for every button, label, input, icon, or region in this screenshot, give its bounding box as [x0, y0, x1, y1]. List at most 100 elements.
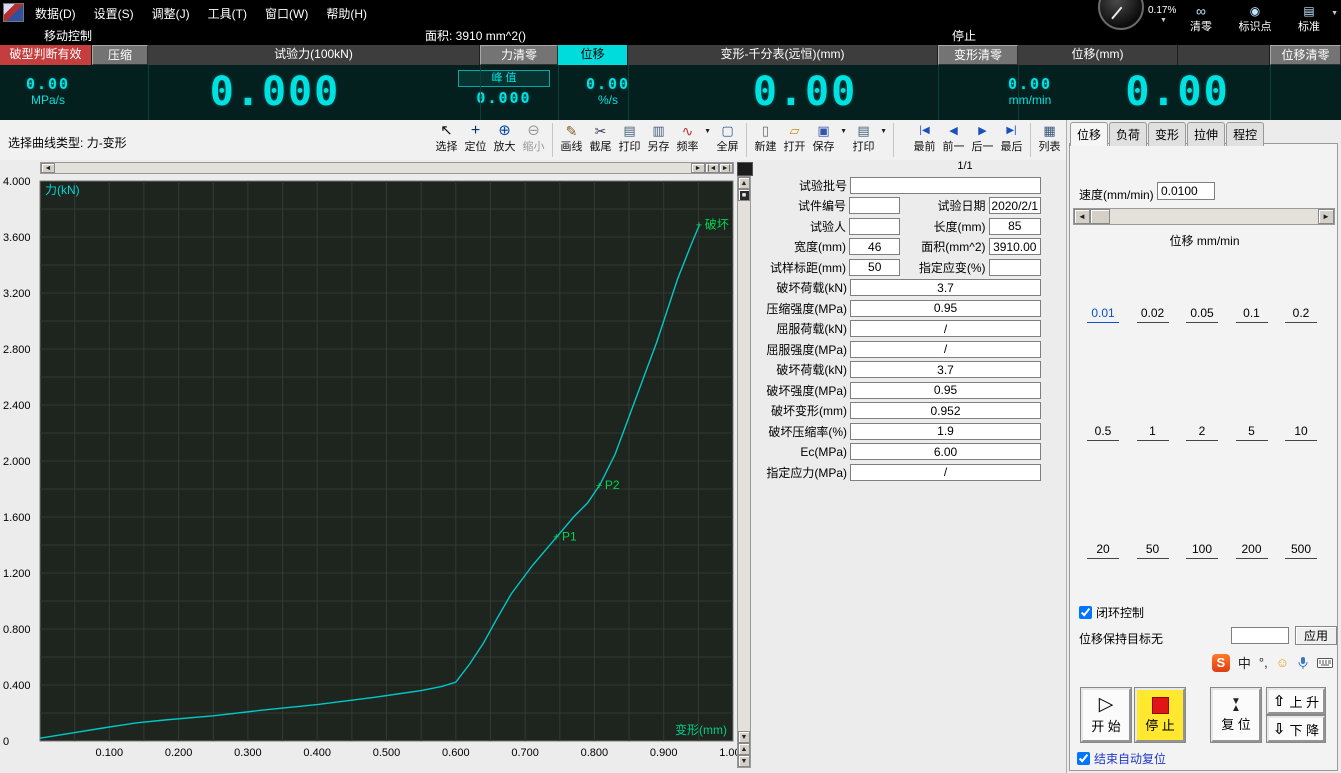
toolbar-button-pencil[interactable]: ✎画线: [557, 122, 586, 154]
speed-scroll-thumb[interactable]: [1090, 209, 1110, 224]
scroll-up-icon[interactable]: ▲: [738, 177, 750, 189]
speed-option-2[interactable]: 2: [1186, 424, 1218, 441]
control-tab-1[interactable]: 负荷: [1109, 122, 1147, 146]
toolbar-button-crosshair[interactable]: +定位: [461, 122, 490, 154]
speed-scroll-track[interactable]: [1110, 209, 1318, 224]
dropdown-icon[interactable]: ▼: [1331, 10, 1338, 17]
speed-input[interactable]: [1157, 182, 1215, 200]
form-input[interactable]: [989, 259, 1041, 276]
channel-cell[interactable]: 力清零: [480, 45, 558, 65]
quick-action-standard[interactable]: ▤标准▼: [1287, 1, 1331, 34]
toolbar-button-frequency[interactable]: ∿频率▼: [673, 122, 702, 154]
form-input[interactable]: 50: [849, 259, 900, 276]
scroll-last-icon[interactable]: ►|: [719, 163, 733, 173]
toolbar-button-zoom-in[interactable]: ⊕放大: [490, 122, 519, 154]
speed-scroll-right-icon[interactable]: ►: [1318, 209, 1334, 224]
form-input[interactable]: [850, 177, 1041, 194]
quick-action-marker-point[interactable]: ◉标识点: [1233, 1, 1277, 34]
control-tab-3[interactable]: 拉伸: [1187, 122, 1225, 146]
speed-option-0.05[interactable]: 0.05: [1186, 306, 1218, 323]
menu-item[interactable]: 设置(S): [85, 3, 143, 24]
speed-scroll-left-icon[interactable]: ◄: [1074, 209, 1090, 224]
control-tab-2[interactable]: 变形: [1148, 122, 1186, 146]
speed-option-5[interactable]: 5: [1236, 424, 1268, 441]
form-input[interactable]: 3910.00: [989, 238, 1041, 255]
scroll-right-icon[interactable]: ►: [691, 163, 705, 173]
chart-pan-down-icon[interactable]: ▼: [738, 755, 750, 767]
speed-option-200[interactable]: 200: [1236, 542, 1268, 559]
toolbar-button-save[interactable]: ▣保存▼: [809, 122, 838, 154]
channel-cell[interactable]: 压缩: [92, 45, 148, 65]
speed-option-50[interactable]: 50: [1137, 542, 1169, 559]
channel-cell[interactable]: 变形清零: [938, 45, 1018, 65]
quick-action-clear-zero[interactable]: ∞清零: [1179, 1, 1223, 34]
scroll-down-icon[interactable]: ▼: [738, 731, 750, 743]
hold-target-input[interactable]: [1231, 627, 1289, 644]
form-input[interactable]: [849, 197, 900, 214]
speed-option-100[interactable]: 100: [1186, 542, 1218, 559]
scroll-left-icon[interactable]: ◄: [41, 163, 55, 173]
form-input[interactable]: 2020/2/1: [989, 197, 1041, 214]
reset-button[interactable]: ▼▲ 复 位: [1211, 688, 1261, 742]
force-deformation-chart[interactable]: 00.4000.8001.2001.6002.0002.4002.8003.20…: [0, 173, 752, 773]
ime-mode-toggle[interactable]: 中: [1238, 653, 1251, 672]
toolbar-button-first[interactable]: |◀最前: [910, 122, 939, 154]
speed-option-20[interactable]: 20: [1087, 542, 1119, 559]
menu-item[interactable]: 数据(D): [26, 3, 85, 24]
chart-horizontal-scrollbar[interactable]: ◄ ► |◄ ►|: [40, 162, 734, 174]
speed-option-500[interactable]: 500: [1285, 542, 1317, 559]
menu-item[interactable]: 工具(T): [199, 3, 256, 24]
chart-corner-button[interactable]: [737, 162, 753, 176]
menu-item[interactable]: 窗口(W): [256, 3, 317, 24]
toolbar-button-cursor[interactable]: ↖选择: [432, 122, 461, 154]
dial-dropdown-icon[interactable]: ▼: [1160, 17, 1167, 24]
toolbar-button-print[interactable]: ▤打印▼: [849, 122, 878, 154]
speed-dial-knob[interactable]: [1098, 0, 1144, 30]
toolbar-button-scissors[interactable]: ✂截尾: [586, 122, 615, 154]
ime-emoji-icon[interactable]: ☺: [1276, 655, 1289, 670]
toolbar-button-list[interactable]: ▦列表: [1035, 122, 1064, 154]
speed-option-0.01[interactable]: 0.01: [1087, 306, 1119, 323]
speed-option-10[interactable]: 10: [1285, 424, 1317, 441]
toolbar-button-printer[interactable]: ▤打印: [615, 122, 644, 154]
speed-option-0.02[interactable]: 0.02: [1137, 306, 1169, 323]
speed-option-0.1[interactable]: 0.1: [1236, 306, 1268, 323]
scroll-thumb-dark[interactable]: ■: [738, 189, 750, 201]
up-button[interactable]: ⇧ 上 升: [1267, 688, 1325, 714]
form-input[interactable]: [849, 218, 900, 235]
control-tab-4[interactable]: 程控: [1226, 122, 1264, 146]
menu-item[interactable]: 调整(J): [143, 3, 199, 24]
scroll-track-vertical[interactable]: [738, 201, 750, 731]
scroll-first-icon[interactable]: |◄: [705, 163, 719, 173]
toolbar-button-next[interactable]: ▶后一: [968, 122, 997, 154]
speed-option-0.5[interactable]: 0.5: [1087, 424, 1119, 441]
chart-pan-up-icon[interactable]: ▲: [738, 743, 750, 755]
auto-reset-checkbox[interactable]: [1077, 752, 1090, 765]
toolbar-button-fullscreen[interactable]: ▢全屏: [713, 122, 742, 154]
speed-option-1[interactable]: 1: [1137, 424, 1169, 441]
toolbar-button-prev[interactable]: ◀前一: [939, 122, 968, 154]
ime-punctuation-icon[interactable]: °,: [1259, 655, 1268, 670]
ime-keyboard-icon[interactable]: [1317, 657, 1333, 669]
toolbar-button-new-file[interactable]: ▯新建: [751, 122, 780, 154]
scroll-track[interactable]: [55, 163, 691, 173]
speed-adjust-scrollbar[interactable]: ◄ ►: [1073, 208, 1335, 225]
down-button[interactable]: ⇩ 下 降: [1267, 716, 1325, 742]
menu-item[interactable]: 帮助(H): [317, 3, 376, 24]
control-tab-0[interactable]: 位移: [1070, 122, 1108, 146]
dropdown-icon[interactable]: ▼: [880, 128, 887, 135]
ime-mic-icon[interactable]: [1297, 656, 1309, 670]
move-control-label[interactable]: 移动控制: [44, 27, 92, 44]
form-input[interactable]: 85: [989, 218, 1041, 235]
toolbar-button-open-folder[interactable]: ▱打开: [780, 122, 809, 154]
toolbar-button-zoom-out[interactable]: ⊖缩小: [519, 122, 548, 154]
sogou-ime-icon[interactable]: S: [1212, 654, 1230, 672]
channel-cell[interactable]: 位移清零: [1270, 45, 1341, 65]
stop-button[interactable]: 停 止: [1135, 688, 1185, 742]
dropdown-icon[interactable]: ▼: [840, 128, 847, 135]
dropdown-icon[interactable]: ▼: [704, 128, 711, 135]
channel-cell[interactable]: 位移: [558, 45, 628, 65]
toolbar-button-last[interactable]: ▶|最后: [997, 122, 1026, 154]
curve-type-selector[interactable]: 选择曲线类型: 力-变形: [8, 134, 127, 151]
start-button[interactable]: ▷ 开 始: [1081, 688, 1131, 742]
